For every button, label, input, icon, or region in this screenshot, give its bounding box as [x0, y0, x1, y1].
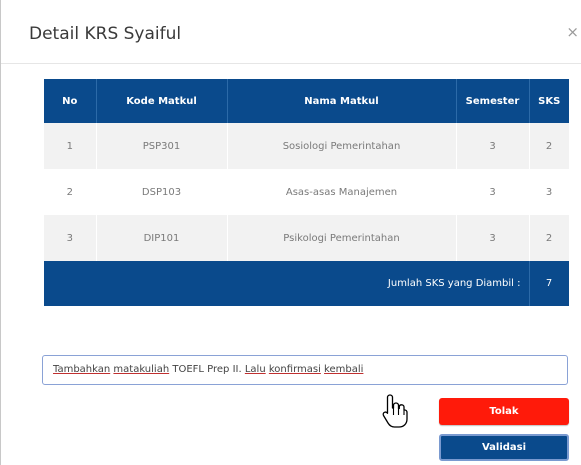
table-row: 3 DIP101 Psikologi Pemerintahan 3 2	[44, 215, 570, 261]
header-semester: Semester	[456, 79, 530, 123]
modal-title: Detail KRS Syaiful	[29, 24, 182, 44]
cell-sks: 2	[529, 123, 570, 169]
cell-nama: Asas-asas Manajemen	[227, 169, 457, 215]
krs-detail-modal: Detail KRS Syaiful × No Kode Matkul Nama…	[0, 0, 581, 465]
table-header-row: No Kode Matkul Nama Matkul Semester SKS	[44, 79, 569, 123]
krs-table: No Kode Matkul Nama Matkul Semester SKS …	[44, 79, 570, 306]
close-icon[interactable]: ×	[566, 25, 579, 40]
total-label: Jumlah SKS yang Diambil :	[44, 261, 530, 306]
header-sks: SKS	[529, 79, 569, 123]
hand-pointer-icon	[381, 393, 409, 429]
cell-semester: 3	[456, 123, 530, 169]
table-row: 2 DSP103 Asas-asas Manajemen 3 3	[44, 169, 570, 215]
total-value: 7	[529, 261, 570, 306]
total-row: Jumlah SKS yang Diambil : 7	[44, 261, 570, 306]
cell-sks: 3	[529, 169, 570, 215]
note-word: konfirmasi	[268, 364, 321, 375]
cell-kode: DSP103	[96, 169, 228, 215]
validate-button[interactable]: Validasi	[439, 434, 569, 461]
note-textarea[interactable]: Tambahkan matakuliah TOEFL Prep II. Lalu…	[42, 355, 568, 385]
note-word: kembali	[324, 364, 364, 375]
note-word: matakuliah	[113, 364, 170, 375]
cell-no: 2	[44, 169, 97, 215]
cell-nama: Psikologi Pemerintahan	[227, 215, 457, 261]
reject-button[interactable]: Tolak	[439, 398, 569, 425]
cell-no: 1	[44, 123, 97, 169]
cell-semester: 3	[456, 169, 530, 215]
header-no: No	[44, 79, 97, 123]
note-word: Tambahkan	[53, 364, 111, 375]
note-text: TOEFL Prep II.	[172, 364, 242, 375]
header-divider	[1, 63, 581, 64]
cell-kode: DIP101	[96, 215, 228, 261]
table-row: 1 PSP301 Sosiologi Pemerintahan 3 2	[44, 123, 570, 169]
cell-nama: Sosiologi Pemerintahan	[227, 123, 457, 169]
header-kode-matkul: Kode Matkul	[96, 79, 228, 123]
header-nama-matkul: Nama Matkul	[227, 79, 457, 123]
note-word: Lalu	[244, 364, 266, 375]
cell-semester: 3	[456, 215, 530, 261]
cell-kode: PSP301	[96, 123, 228, 169]
cell-sks: 2	[529, 215, 570, 261]
cell-no: 3	[44, 215, 97, 261]
